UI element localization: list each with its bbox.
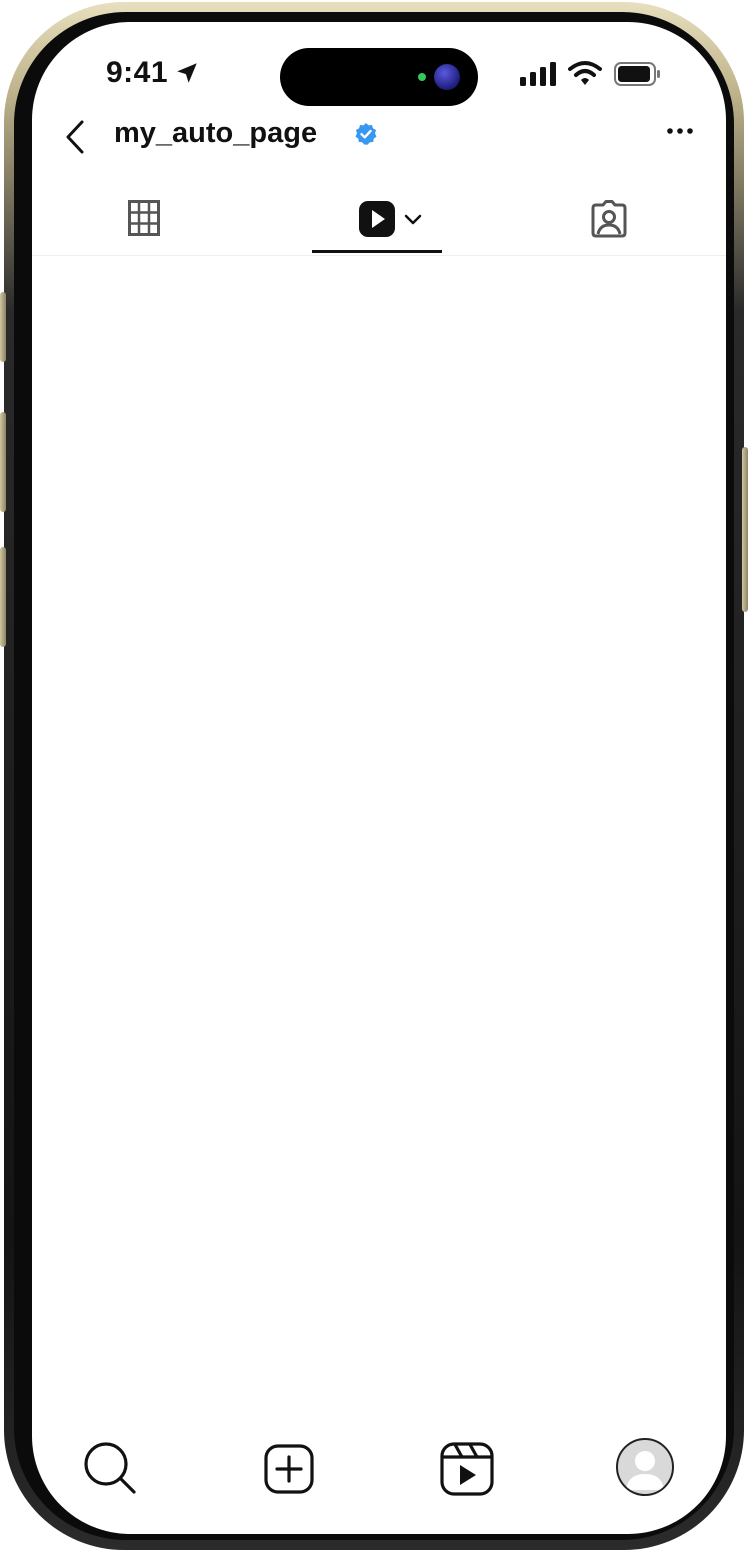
location-arrow-icon <box>177 63 197 83</box>
signal-bars-icon <box>520 62 556 86</box>
battery-icon <box>614 62 660 86</box>
volume-up-button <box>0 412 6 512</box>
profile-username: my_auto_page <box>114 117 318 149</box>
wifi-icon <box>568 61 602 85</box>
reels-content-area <box>32 256 726 1416</box>
power-button <box>742 447 748 612</box>
volume-down-button <box>0 547 6 647</box>
tab-grid[interactable] <box>32 182 260 255</box>
grid-icon <box>128 200 160 236</box>
back-chevron-icon[interactable] <box>60 118 90 156</box>
screen: 9:41 my_auto_page <box>32 22 726 1534</box>
tab-tagged[interactable] <box>496 182 726 255</box>
plus-square-icon[interactable] <box>264 1444 314 1494</box>
bottom-nav <box>32 1424 726 1514</box>
profile-avatar[interactable] <box>616 1438 674 1496</box>
active-tab-indicator <box>312 250 442 253</box>
dynamic-island <box>280 48 478 106</box>
more-dots-icon[interactable] <box>666 126 694 136</box>
reels-icon[interactable] <box>440 1442 494 1496</box>
search-icon[interactable] <box>82 1440 138 1496</box>
reels-play-icon <box>359 201 395 237</box>
chevron-down-icon[interactable] <box>404 214 422 226</box>
tagged-person-icon <box>591 200 627 238</box>
silent-switch <box>0 292 6 362</box>
camera-indicator-dot <box>418 73 426 81</box>
tab-reels[interactable] <box>312 182 442 255</box>
avatar-icon <box>626 1451 664 1490</box>
front-camera <box>434 64 460 90</box>
profile-tabs <box>32 182 726 256</box>
status-time: 9:41 <box>106 56 169 89</box>
phone-frame: 9:41 my_auto_page <box>0 2 748 1550</box>
verified-badge-icon <box>355 123 377 145</box>
